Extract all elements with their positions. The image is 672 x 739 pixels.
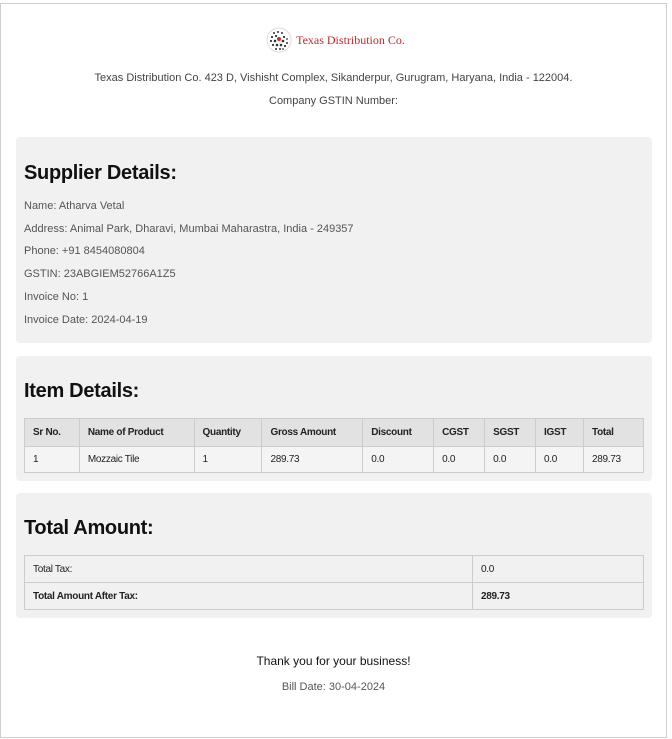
company-gstin: Company GSTIN Number: (269, 95, 398, 107)
column-header-igst: IGST (535, 418, 584, 447)
table-row: 1 Mozzaic Tile 1 289.73 0.0 0.0 0.0 0.0 … (24, 446, 644, 473)
invoice-page: Texas Distribution Co. Texas Distributio… (0, 3, 667, 738)
invoice-number: Invoice No: 1 (24, 291, 89, 303)
supplier-phone: Phone: +91 8454080804 (24, 245, 145, 257)
items-table: Sr No. Name of Product Quantity Gross Am… (24, 418, 644, 473)
column-header-cgst: CGST (433, 418, 486, 447)
supplier-details-title: Supplier Details: (24, 162, 177, 184)
cell-gross-amount: 289.73 (261, 446, 364, 473)
column-header-product-name: Name of Product (78, 418, 195, 447)
cell-cgst: 0.0 (433, 446, 486, 473)
company-brand: Texas Distribution Co. (1, 27, 666, 53)
cell-sr-no: 1 (24, 446, 80, 473)
total-tax-row: Total Tax: 0.0 (24, 555, 644, 583)
total-tax-label: Total Tax: (24, 555, 473, 583)
total-tax-value: 0.0 (472, 555, 644, 583)
column-header-sgst: SGST (484, 418, 537, 447)
company-address: Texas Distribution Co. 423 D, Vishisht C… (94, 72, 573, 84)
item-details-section: Item Details: Sr No. Name of Product Qua… (16, 356, 652, 481)
items-table-header-row: Sr No. Name of Product Quantity Gross Am… (24, 418, 644, 447)
supplier-address: Address: Animal Park, Dharavi, Mumbai Ma… (24, 223, 354, 235)
cell-quantity: 1 (193, 446, 263, 473)
column-header-sr-no: Sr No. (24, 418, 80, 447)
cell-total: 289.73 (583, 446, 644, 473)
column-header-quantity: Quantity (193, 418, 263, 447)
item-details-title: Item Details: (24, 380, 140, 402)
invoice-date: Invoice Date: 2024-04-19 (24, 314, 148, 326)
cell-product-name: Mozzaic Tile (78, 446, 195, 473)
supplier-gstin: GSTIN: 23ABGIEM52766A1Z5 (24, 268, 176, 280)
total-after-tax-label: Total Amount After Tax: (24, 582, 473, 610)
company-name: Texas Distribution Co. (296, 32, 405, 47)
globe-dots-icon (266, 27, 292, 53)
supplier-details-section: Supplier Details: Name: Atharva Vetal Ad… (16, 137, 652, 343)
column-header-total: Total (583, 418, 644, 447)
cell-discount: 0.0 (362, 446, 435, 473)
totals-table: Total Tax: 0.0 Total Amount After Tax: 2… (24, 555, 644, 610)
bill-date: Bill Date: 30-04-2024 (281, 681, 386, 693)
total-amount-section: Total Amount: Total Tax: 0.0 Total Amoun… (16, 493, 652, 618)
cell-sgst: 0.0 (484, 446, 537, 473)
column-header-gross-amount: Gross Amount (261, 418, 364, 447)
supplier-name: Name: Atharva Vetal (24, 200, 125, 212)
thank-you-message: Thank you for your business! (256, 654, 411, 668)
total-amount-title: Total Amount: (24, 517, 154, 539)
cell-igst: 0.0 (535, 446, 584, 473)
total-after-tax-value: 289.73 (472, 582, 644, 610)
total-after-tax-row: Total Amount After Tax: 289.73 (24, 582, 644, 610)
column-header-discount: Discount (362, 418, 435, 447)
